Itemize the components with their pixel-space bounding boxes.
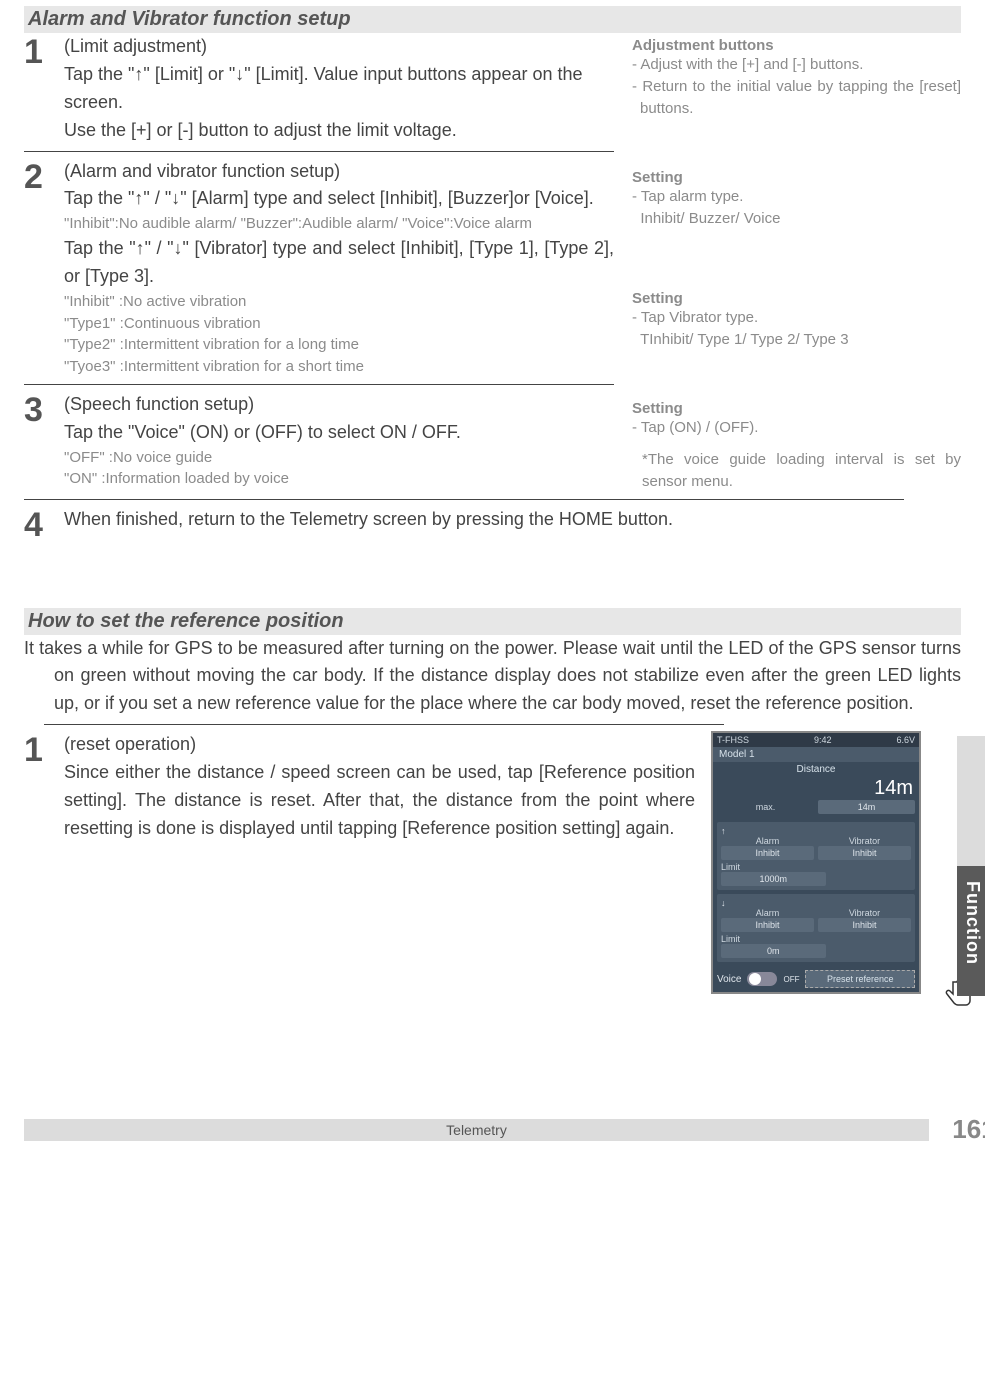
dev-voice-label: Voice xyxy=(717,974,741,985)
dev-limit-down[interactable]: 0m xyxy=(721,944,826,958)
section2-intro: It takes a while for GPS to be measured … xyxy=(24,635,961,719)
section1-side: Adjustment buttons - Adjust with the [+]… xyxy=(632,33,961,493)
dev-vibrator-up[interactable]: Inhibit xyxy=(818,846,911,860)
side-b1-l1: - Adjust with the [+] and [-] buttons. xyxy=(632,54,961,76)
dev-alarm-down[interactable]: Inhibit xyxy=(721,918,814,932)
side-b2-l2: Inhibit/ Buzzer/ Voice xyxy=(632,208,961,230)
side-b3-head: Setting xyxy=(632,290,961,307)
step3-num: 3 xyxy=(24,393,64,427)
dev-limit-label-up: Limit xyxy=(721,862,911,872)
step2-note2a: "Inhibit" :No active vibration xyxy=(64,291,614,313)
dev-preset-reference[interactable]: Preset reference xyxy=(805,970,915,988)
step2-line2: Tap the "↑" / "↓" [Vibrator] type and se… xyxy=(64,235,614,291)
side-b4-note: *The voice guide loading interval is set… xyxy=(632,449,961,493)
step1-line2: Use the [+] or [-] button to adjust the … xyxy=(64,117,614,145)
device-screenshot: T-FHSS 9:42 6.6V Model 1 Distance 14m ma… xyxy=(711,731,961,994)
step4-line1: When finished, return to the Telemetry s… xyxy=(64,506,961,534)
dev-max-value[interactable]: 14m xyxy=(818,800,915,814)
dev-voice-toggle[interactable] xyxy=(747,972,777,986)
sec2-step1-subtitle: (reset operation) xyxy=(64,731,695,759)
step2-note2c: "Type2" :Intermittent vibration for a lo… xyxy=(64,334,614,356)
dev-alarm-up[interactable]: Inhibit xyxy=(721,846,814,860)
step3-note1: "OFF" :No voice guide xyxy=(64,447,614,469)
step3-subtitle: (Speech function setup) xyxy=(64,391,614,419)
side-b2-head: Setting xyxy=(632,169,961,186)
dev-limit-up[interactable]: 1000m xyxy=(721,872,826,886)
footer-label: Telemetry xyxy=(24,1119,929,1141)
step2-note1: "Inhibit":No audible alarm/ "Buzzer":Aud… xyxy=(64,213,614,235)
page-number: 161 xyxy=(939,1114,985,1145)
step2-subtitle: (Alarm and vibrator function setup) xyxy=(64,158,614,186)
step1-subtitle: (Limit adjustment) xyxy=(64,33,614,61)
section1-title: Alarm and Vibrator function setup xyxy=(24,6,961,33)
section2-title: How to set the reference position xyxy=(24,608,961,635)
step2-num: 2 xyxy=(24,160,64,194)
step2-note2b: "Type1" :Continuous vibration xyxy=(64,313,614,335)
dev-alarm-label-down: Alarm xyxy=(721,908,814,918)
side-b2-l1: - Tap alarm type. xyxy=(632,186,961,208)
dev-radio: T-FHSS xyxy=(717,735,749,745)
side-b1-l2: - Return to the initial value by tapping… xyxy=(632,76,961,120)
side-b3-l1: - Tap Vibrator type. xyxy=(632,307,961,329)
step1-line1: Tap the "↑" [Limit] or "↓" [Limit]. Valu… xyxy=(64,61,614,117)
dev-distance-value: 14m xyxy=(713,777,919,800)
dev-time: 9:42 xyxy=(814,735,832,745)
dev-vibrator-label-down: Vibrator xyxy=(818,908,911,918)
side-b4-head: Setting xyxy=(632,400,961,417)
step3-note2: "ON" :Information loaded by voice xyxy=(64,468,614,490)
dev-vibrator-down[interactable]: Inhibit xyxy=(818,918,911,932)
side-tab-label: Function xyxy=(962,881,983,965)
dev-batt: 6.6V xyxy=(896,735,915,745)
step1-num: 1 xyxy=(24,35,64,69)
side-b3-l2: TInhibit/ Type 1/ Type 2/ Type 3 xyxy=(632,329,961,351)
section1-main: 1 (Limit adjustment) Tap the "↑" [Limit]… xyxy=(24,33,614,493)
sec2-step1-num: 1 xyxy=(24,733,64,767)
dev-model: Model 1 xyxy=(713,747,919,762)
step3-line1: Tap the "Voice" (ON) or (OFF) to select … xyxy=(64,419,614,447)
dev-alarm-label-up: Alarm xyxy=(721,836,814,846)
side-b4-l1: - Tap (ON) / (OFF). xyxy=(632,417,961,439)
dev-voice-state: OFF xyxy=(783,975,799,984)
sec2-step1-line1: Since either the distance / speed screen… xyxy=(64,759,695,843)
step2-note2d: "Tyoe3" :Intermittent vibration for a sh… xyxy=(64,356,614,378)
step4-num: 4 xyxy=(24,508,64,542)
dev-distance-label: Distance xyxy=(713,762,919,777)
dev-limit-label-down: Limit xyxy=(721,934,911,944)
step2-line1: Tap the "↑" / "↓" [Alarm] type and selec… xyxy=(64,185,614,213)
side-b1-head: Adjustment buttons xyxy=(632,37,961,54)
dev-max-label: max. xyxy=(717,802,814,812)
dev-vibrator-label-up: Vibrator xyxy=(818,836,911,846)
